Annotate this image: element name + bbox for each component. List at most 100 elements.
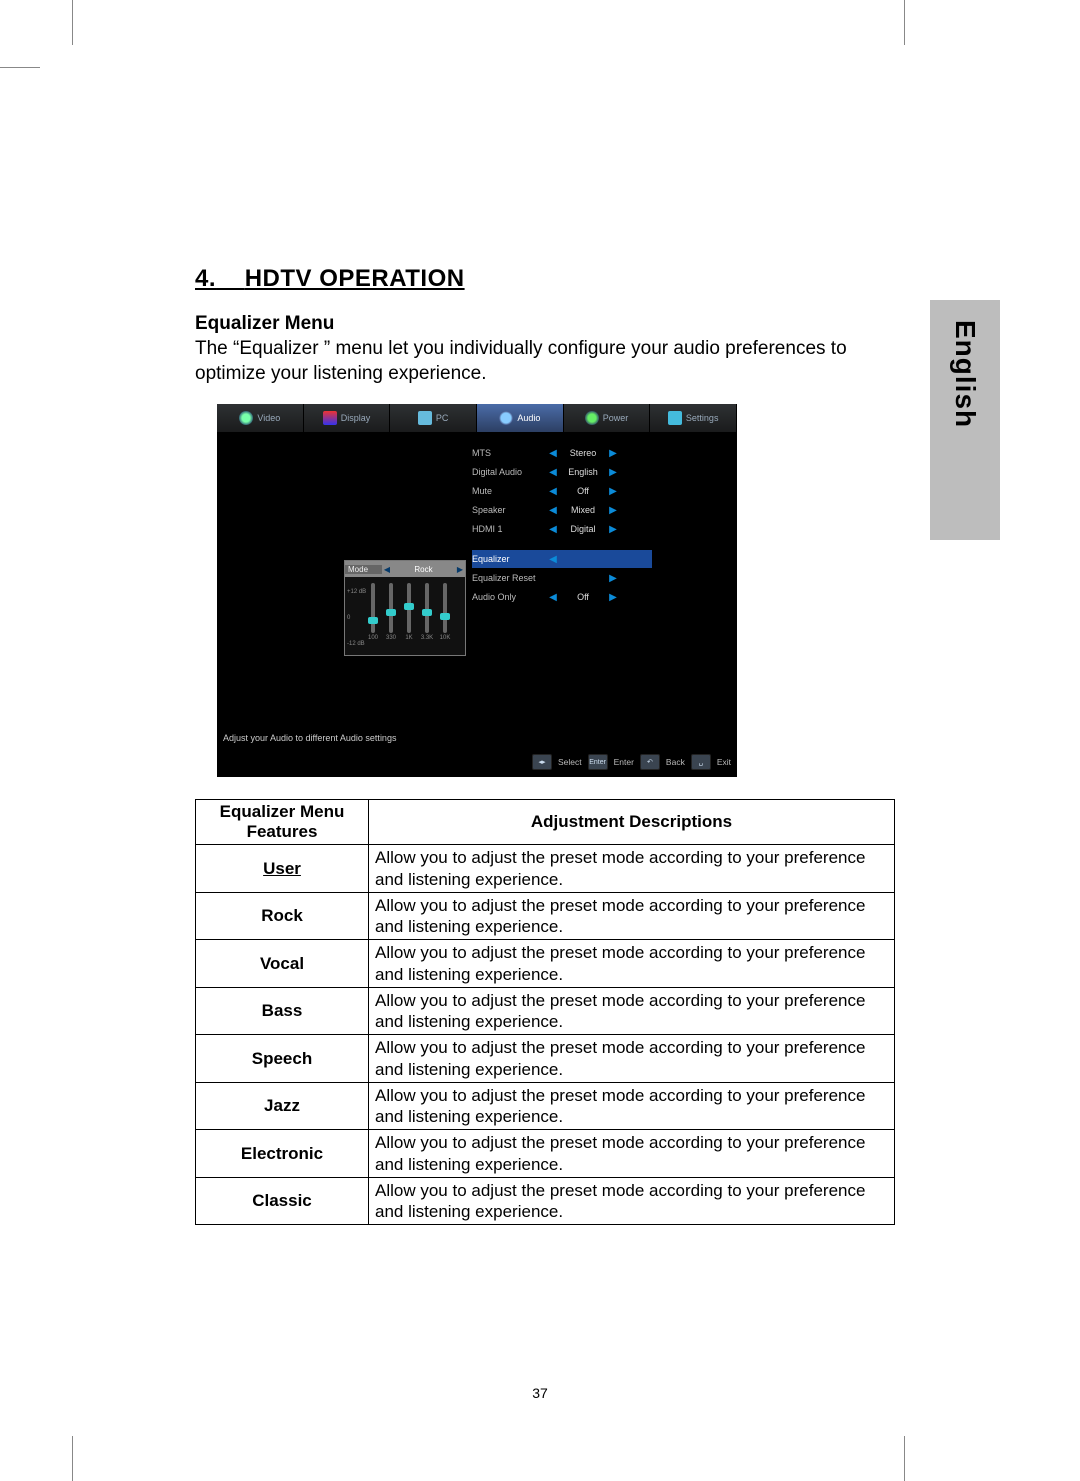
osd-tab-bar: Video Display PC Audio Power Settings [217,404,737,433]
osd-key-label: Exit [717,757,731,767]
equalizer-panel: Mode ◀ Rock ▶ +12 dB0-12 dB 1003301K3.3K… [344,560,466,656]
arrow-right-icon: ▶ [607,486,619,497]
osd-tab-label: Display [341,413,371,423]
heading-text: HDTV OPERATION [245,265,465,292]
option-label: Mute [472,486,547,496]
feature-name: Vocal [196,940,369,988]
osd-option-equalizer-reset[interactable]: Equalizer Reset ▶ [472,569,652,587]
osd-tab-audio[interactable]: Audio [477,404,564,432]
option-label: HDMI 1 [472,524,547,534]
eq-slider-track [407,583,411,633]
feature-name: Bass [196,987,369,1035]
pc-icon [418,411,432,425]
eq-slider-track [443,583,447,633]
eq-mode-label: Mode [345,565,382,574]
arrow-right-icon: ▶ [607,524,619,535]
table-row: RockAllow you to adjust the preset mode … [196,892,895,940]
feature-name: Speech [196,1035,369,1083]
osd-tab-label: PC [436,413,449,423]
option-value: English [559,467,607,477]
heading-number: 4. [195,265,216,292]
eq-band-label: 10K [440,635,451,641]
option-label: Equalizer Reset [472,573,547,583]
osd-footer: ◂▸SelectEnterEnter↶Back␣Exit [532,753,731,771]
osd-help-text: Adjust your Audio to different Audio set… [223,733,396,743]
display-icon [323,411,337,425]
table-row: ClassicAllow you to adjust the preset mo… [196,1177,895,1225]
arrow-right-icon: ▶ [607,573,619,584]
feature-desc: Allow you to adjust the preset mode acco… [369,987,895,1035]
osd-key-label: Back [666,757,685,767]
arrow-right-icon: ▶ [607,467,619,478]
osd-tab-label: Power [603,413,629,423]
feature-desc: Allow you to adjust the preset mode acco… [369,1082,895,1130]
feature-name: User [196,845,369,893]
osd-option-equalizer[interactable]: Equalizer◀ [472,550,652,568]
feature-name: Jazz [196,1082,369,1130]
eq-sliders: +12 dB0-12 dB 100 330 1K 3.3K 10K [345,577,465,655]
eq-band-3.3K[interactable]: 3.3K [421,583,433,653]
osd-tab-label: Settings [686,413,719,423]
arrow-left-icon: ◀ [547,554,559,565]
language-tab: English [930,300,1000,540]
feature-name: Electronic [196,1130,369,1178]
osd-tab-video[interactable]: Video [217,404,304,432]
eq-band-label: 330 [386,635,396,641]
osd-option-mute[interactable]: Mute◀Off▶ [472,482,652,500]
osd-screenshot: Video Display PC Audio Power Settings MTS◀Ste… [217,404,737,777]
eq-band-100[interactable]: 100 [367,583,379,653]
table-row: VocalAllow you to adjust the preset mode… [196,940,895,988]
osd-key-label: Enter [614,757,634,767]
table-row: BassAllow you to adjust the preset mode … [196,987,895,1035]
eq-band-10K[interactable]: 10K [439,583,451,653]
video-icon [239,411,253,425]
osd-option-mts[interactable]: MTS◀Stereo▶ [472,444,652,462]
osd-key-label: Select [558,757,582,767]
eq-slider-track [389,583,393,633]
osd-tab-display[interactable]: Display [304,404,391,432]
main-content: 4. HDTV OPERATION Equalizer Menu The “Eq… [195,265,895,1225]
eq-band-label: 100 [368,635,378,641]
crop-mark [0,67,40,68]
feature-desc: Allow you to adjust the preset mode acco… [369,892,895,940]
eq-slider-knob[interactable] [440,613,450,620]
eq-slider-knob[interactable] [404,603,414,610]
eq-band-1K[interactable]: 1K [403,583,415,653]
osd-option-digital-audio[interactable]: Digital Audio◀English▶ [472,463,652,481]
section-heading: 4. HDTV OPERATION [195,265,895,293]
osd-tab-settings[interactable]: Settings [650,404,737,432]
table-head-desc: Adjustment Descriptions [369,800,895,845]
feature-name: Classic [196,1177,369,1225]
arrow-right-icon: ▶ [607,592,619,603]
arrow-left-icon: ◀ [547,486,559,497]
osd-option-audio-only[interactable]: Audio Only◀Off▶ [472,588,652,606]
eq-slider-knob[interactable] [422,609,432,616]
crop-mark [904,1436,905,1481]
feature-desc: Allow you to adjust the preset mode acco… [369,1177,895,1225]
option-label: Speaker [472,505,547,515]
arrow-right-icon: ▶ [455,565,465,574]
feature-desc: Allow you to adjust the preset mode acco… [369,1035,895,1083]
osd-option-speaker[interactable]: Speaker◀Mixed▶ [472,501,652,519]
intro-text: The “Equalizer ” menu let you individual… [195,337,895,386]
table-row: SpeechAllow you to adjust the preset mod… [196,1035,895,1083]
option-value: Digital [559,524,607,534]
table-row: ElectronicAllow you to adjust the preset… [196,1130,895,1178]
eq-y-axis: +12 dB0-12 dB [347,579,366,657]
osd-option-hdmi-1[interactable]: HDMI 1◀Digital▶ [472,520,652,538]
osd-key-icon: ␣ [691,754,711,770]
subheading: Equalizer Menu [195,313,895,335]
osd-tab-label: Video [257,413,280,423]
eq-slider-knob[interactable] [368,617,378,624]
settings-icon [668,411,682,425]
osd-tab-pc[interactable]: PC [390,404,477,432]
osd-key-icon: Enter [588,754,608,770]
table-row: JazzAllow you to adjust the preset mode … [196,1082,895,1130]
page-number: 37 [0,1385,1080,1401]
osd-tab-power[interactable]: Power [564,404,651,432]
eq-slider-track [371,583,375,633]
osd-tab-label: Audio [517,413,540,423]
eq-band-330[interactable]: 330 [385,583,397,653]
feature-desc: Allow you to adjust the preset mode acco… [369,1130,895,1178]
eq-slider-knob[interactable] [386,609,396,616]
